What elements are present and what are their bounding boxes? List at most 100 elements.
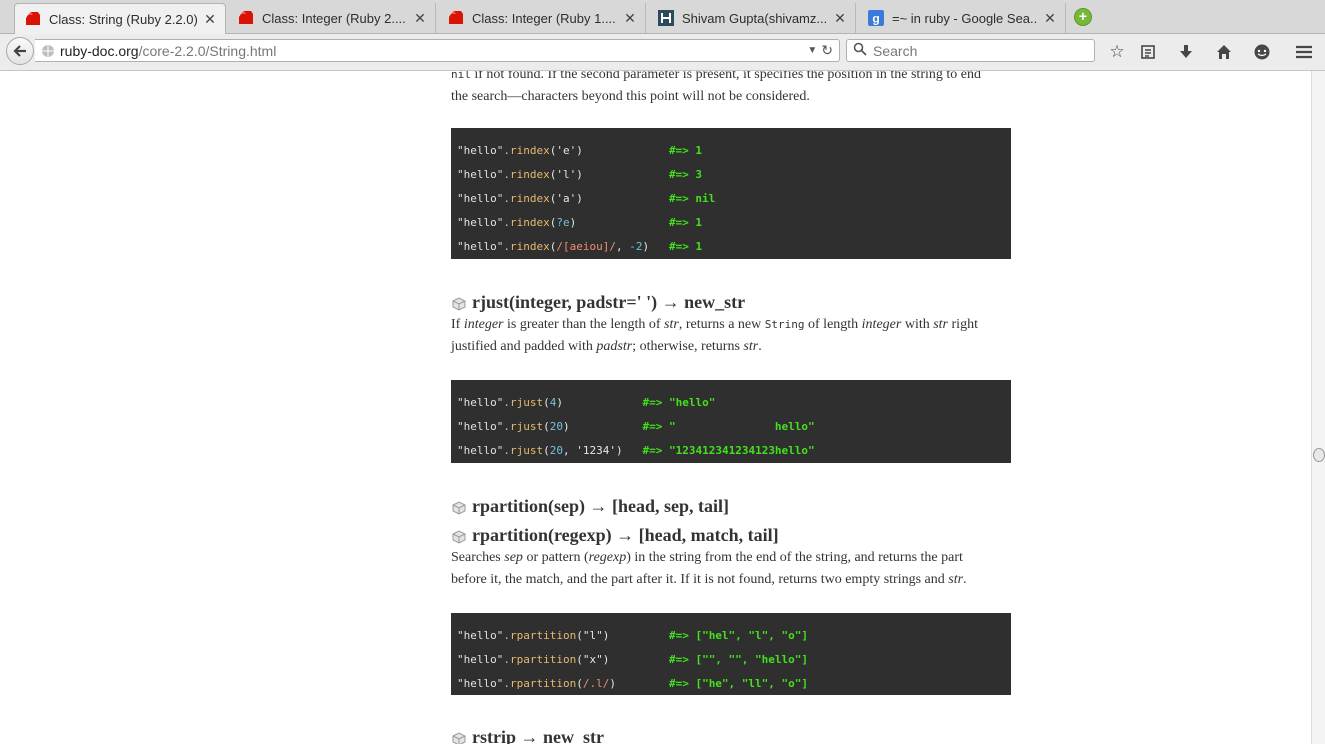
new-tab-button[interactable]: + <box>1074 8 1092 26</box>
code-result: #=> ["hel", "l", "o"] <box>668 628 809 642</box>
code-line: "hello".rjust(4) #=> "hello" <box>457 390 1005 414</box>
back-arrow-icon <box>13 45 26 57</box>
code-token: ( <box>576 628 583 642</box>
scrollbar-thumb[interactable] <box>1313 448 1325 462</box>
home-icon[interactable] <box>1214 42 1234 62</box>
code-token: 'e' <box>556 143 577 157</box>
method-source-icon[interactable] <box>451 500 467 516</box>
code-token: ( <box>543 395 550 409</box>
code-expression: "hello".rjust(20) <box>457 420 642 433</box>
method-source-icon[interactable] <box>451 731 467 744</box>
rjust-description: If integer is greater than the length of… <box>451 317 978 354</box>
code-token: ) <box>562 419 570 433</box>
code-result: #=> "hello" <box>642 395 716 409</box>
code-token: .rpartition <box>503 676 577 690</box>
code-line: "hello".rjust(20, '1234') #=> "123412341… <box>457 438 1005 462</box>
method-heading-rpartition-regexp[interactable]: rpartition(regexp) → [head, match, tail] <box>451 523 779 547</box>
tab-hackerrank-profile[interactable]: Shivam Gupta(shivamz... ✕ <box>648 3 856 33</box>
close-icon[interactable]: ✕ <box>833 10 847 27</box>
code-expression: "hello".rindex('a') <box>457 192 669 205</box>
close-icon[interactable]: ✕ <box>1043 10 1057 27</box>
code-sample-rpartition: "hello".rpartition("l") #=> ["hel", "l",… <box>451 613 1011 695</box>
code-token: "l" <box>582 628 603 642</box>
code-token: ) <box>556 395 563 409</box>
code-result: #=> " hello" <box>642 419 815 433</box>
chevron-down-icon[interactable]: ▼ <box>807 45 817 56</box>
tab-title: Class: Integer (Ruby 1.... <box>472 10 616 26</box>
code-token: "hello" <box>457 652 504 666</box>
method-source-icon[interactable] <box>451 296 467 312</box>
rindex-description: nil if not found. If the second paramete… <box>451 71 1011 108</box>
tab-title: Class: Integer (Ruby 2.... <box>262 10 406 26</box>
download-icon[interactable] <box>1176 42 1196 62</box>
ruby-icon <box>25 11 41 27</box>
code-line: "hello".rindex(?e) #=> 1 <box>457 210 1005 234</box>
code-token: ( <box>576 652 583 666</box>
code-token: .rjust <box>503 419 544 433</box>
code-token: , <box>615 239 630 253</box>
navigation-toolbar: ruby-doc.org/core-2.2.0/String.html ▼ ↻ … <box>0 34 1325 71</box>
ruby-icon <box>238 10 254 26</box>
code-token: 'l' <box>556 167 577 181</box>
close-icon[interactable]: ✕ <box>623 10 637 27</box>
code-token: "hello" <box>457 628 504 642</box>
code-token: .rindex <box>503 215 550 229</box>
method-heading-rstrip[interactable]: rstrip → new_str <box>451 725 604 744</box>
close-icon[interactable]: ✕ <box>413 10 427 27</box>
code-token: "x" <box>582 652 603 666</box>
code-token: ( <box>576 676 583 690</box>
tab-google-search[interactable]: g =~ in ruby - Google Sea... ✕ <box>858 3 1066 33</box>
code-result: #=> "123412341234123hello" <box>642 443 815 457</box>
code-expression: "hello".rpartition("x") <box>457 653 669 666</box>
code-token: '1234' <box>576 443 616 457</box>
code-token: "hello" <box>457 215 504 229</box>
code-token: ?e <box>556 215 570 229</box>
vertical-scrollbar[interactable] <box>1311 71 1325 744</box>
code-sample-rjust: "hello".rjust(4) #=> "hello" "hello".rjus… <box>451 380 1011 463</box>
search-box[interactable]: Search <box>846 39 1095 62</box>
close-icon[interactable]: ✕ <box>203 11 217 28</box>
back-button[interactable] <box>6 37 34 65</box>
code-token: "hello" <box>457 443 504 457</box>
code-line: "hello".rjust(20) #=> " hello" <box>457 414 1005 438</box>
method-source-icon[interactable] <box>451 529 467 545</box>
code-token: "hello" <box>457 395 504 409</box>
code-expression: "hello".rjust(4) <box>457 396 642 409</box>
code-result: #=> 1 <box>668 239 703 253</box>
tab-integer-docs-old[interactable]: Class: Integer (Ruby 1.... ✕ <box>438 3 646 33</box>
chat-icon[interactable] <box>1252 42 1272 62</box>
code-result: #=> 3 <box>668 167 703 181</box>
code-line: "hello".rindex('l') #=> 3 <box>457 162 1005 186</box>
code-result: #=> nil <box>668 191 716 205</box>
globe-icon <box>42 44 54 57</box>
url-text[interactable]: ruby-doc.org/core-2.2.0/String.html <box>60 43 807 59</box>
code-token: .rjust <box>503 443 544 457</box>
code-token: .rindex <box>503 191 550 205</box>
tab-integer-docs[interactable]: Class: Integer (Ruby 2.... ✕ <box>228 3 436 33</box>
code-token: ( <box>543 419 550 433</box>
method-heading-rpartition-sep[interactable]: rpartition(sep) → [head, sep, tail] <box>451 494 729 518</box>
reading-list-icon[interactable] <box>1138 42 1158 62</box>
bookmark-star-icon[interactable]: ☆ <box>1107 42 1127 62</box>
method-heading-rjust[interactable]: rjust(integer, padstr=' ') → new_str <box>451 290 745 314</box>
code-token: "hello" <box>457 143 504 157</box>
reload-icon[interactable]: ↻ <box>821 42 833 59</box>
code-token: -2 <box>629 239 643 253</box>
code-token: .rjust <box>503 395 544 409</box>
code-token: /.l/ <box>582 676 610 690</box>
tab-title: Class: String (Ruby 2.2.0) <box>49 11 197 27</box>
code-token: ) <box>615 443 623 457</box>
code-expression: "hello".rpartition("l") <box>457 629 669 642</box>
url-bar[interactable]: ruby-doc.org/core-2.2.0/String.html ▼ ↻ <box>35 39 840 62</box>
code-expression: "hello".rpartition(/.l/) <box>457 677 669 690</box>
tab-string-docs[interactable]: Class: String (Ruby 2.2.0) ✕ <box>14 3 226 34</box>
menu-icon[interactable] <box>1294 42 1314 62</box>
